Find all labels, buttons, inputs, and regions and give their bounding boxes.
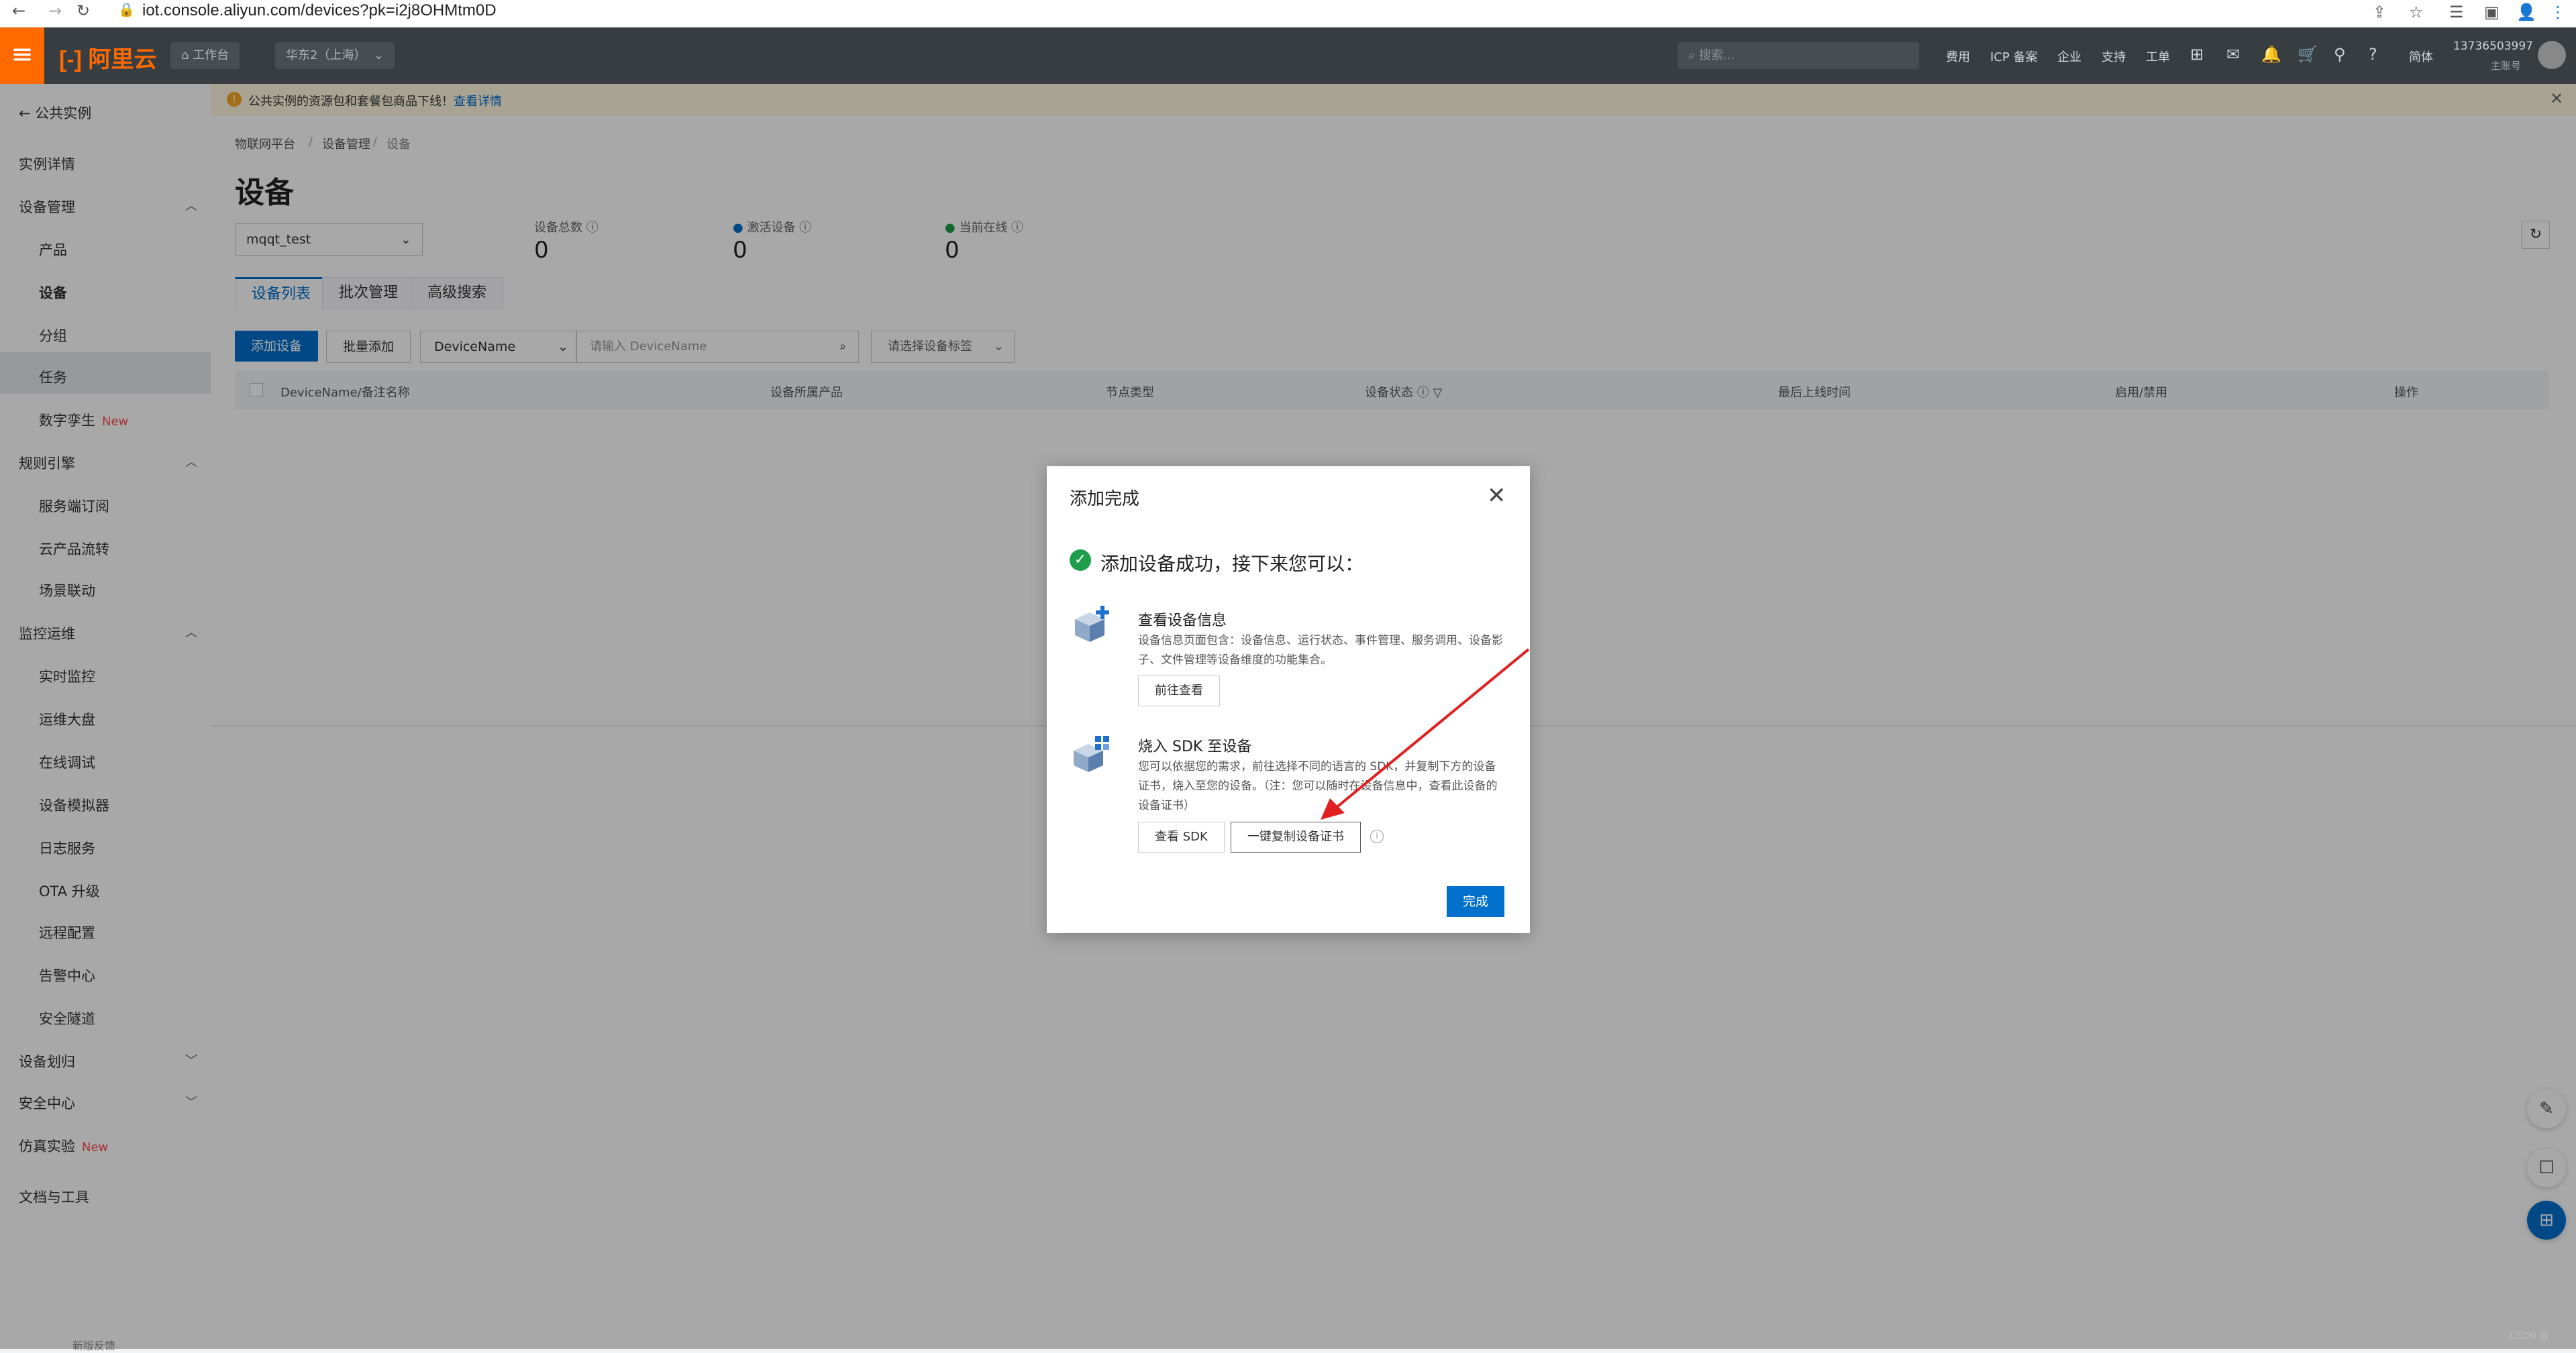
help-icon[interactable]: ? xyxy=(2369,45,2377,64)
copy-device-cert-button[interactable]: 一键复制设备证书 xyxy=(1231,822,1361,853)
browser-bar: ← → ↻ 🔒 iot.console.aliyun.com/devices?p… xyxy=(0,0,2576,28)
device-info-icon xyxy=(1075,606,1109,642)
back-arrow-icon[interactable]: ← xyxy=(12,1,25,20)
reading-list-icon[interactable]: ☰ xyxy=(2449,3,2464,21)
hamburger-menu-icon[interactable]: ≡ xyxy=(0,28,44,84)
account-role: 主账号 xyxy=(2491,60,2522,72)
topbar-link-ticket[interactable]: 工单 xyxy=(2146,48,2170,65)
close-icon[interactable]: ✕ xyxy=(1487,482,1506,509)
region-select[interactable]: 华东2（上海） ⌄ xyxy=(275,42,395,69)
account-phone[interactable]: 13736503997 xyxy=(2453,40,2533,53)
language-switch[interactable]: 简体 xyxy=(2409,48,2433,65)
grid-icon[interactable]: ⊞ xyxy=(2190,45,2204,64)
bookmark-star-icon[interactable]: ☆ xyxy=(2409,3,2424,21)
console-topbar: ≡ [-] 阿里云 ⌂ 工作台 华东2（上海） ⌄ ⌕ 搜索... 费用 ICP… xyxy=(0,28,2576,84)
share-icon[interactable]: ⇪ xyxy=(2373,3,2386,21)
side-panel-icon[interactable]: ▣ xyxy=(2484,3,2500,21)
watermark: CSDN @ xyxy=(2510,1331,2549,1342)
success-message: 添加设备成功，接下来您可以： xyxy=(1100,553,1364,575)
topbar-link-enterprise[interactable]: 企业 xyxy=(2057,48,2081,65)
topbar-link-support[interactable]: 支持 xyxy=(2102,48,2126,65)
view-sdk-button[interactable]: 查看 SDK xyxy=(1138,822,1225,853)
bell-icon[interactable]: 🔔 xyxy=(2261,45,2281,64)
location-icon[interactable]: ⚲ xyxy=(2334,45,2346,64)
global-search-input[interactable]: ⌕ 搜索... xyxy=(1678,42,1919,69)
avatar[interactable] xyxy=(2538,41,2566,69)
forward-arrow-icon[interactable]: → xyxy=(48,1,62,20)
burn-sdk-title: 烧入 SDK 至设备 xyxy=(1138,739,1252,755)
aliyun-logo[interactable]: [-] 阿里云 xyxy=(59,41,156,74)
lock-icon: 🔒 xyxy=(118,1,135,17)
cart-icon[interactable]: 🛒 xyxy=(2298,45,2318,64)
view-device-title: 查看设备信息 xyxy=(1138,612,1227,629)
more-menu-icon[interactable]: ⋮ xyxy=(2550,3,2566,21)
done-button[interactable]: 完成 xyxy=(1447,886,1505,917)
workbench-button[interactable]: ⌂ 工作台 xyxy=(170,42,240,69)
info-icon[interactable]: i xyxy=(1370,830,1384,843)
check-circle-icon: ✓ xyxy=(1070,549,1091,571)
annotation-arrow xyxy=(1321,648,1530,820)
sdk-burn-icon xyxy=(1074,736,1109,772)
reload-icon[interactable]: ↻ xyxy=(76,1,90,20)
url-field[interactable]: iot.console.aliyun.com/devices?pk=i2j8OH… xyxy=(142,1,497,20)
profile-icon[interactable]: 👤 xyxy=(2516,3,2536,21)
topbar-link-billing[interactable]: 费用 xyxy=(1946,48,1970,65)
topbar-link-icp[interactable]: ICP 备案 xyxy=(1990,48,2037,65)
message-icon[interactable]: ✉ xyxy=(2226,45,2240,64)
go-view-button[interactable]: 前往查看 xyxy=(1138,675,1220,706)
dialog-title: 添加完成 xyxy=(1070,489,1140,509)
